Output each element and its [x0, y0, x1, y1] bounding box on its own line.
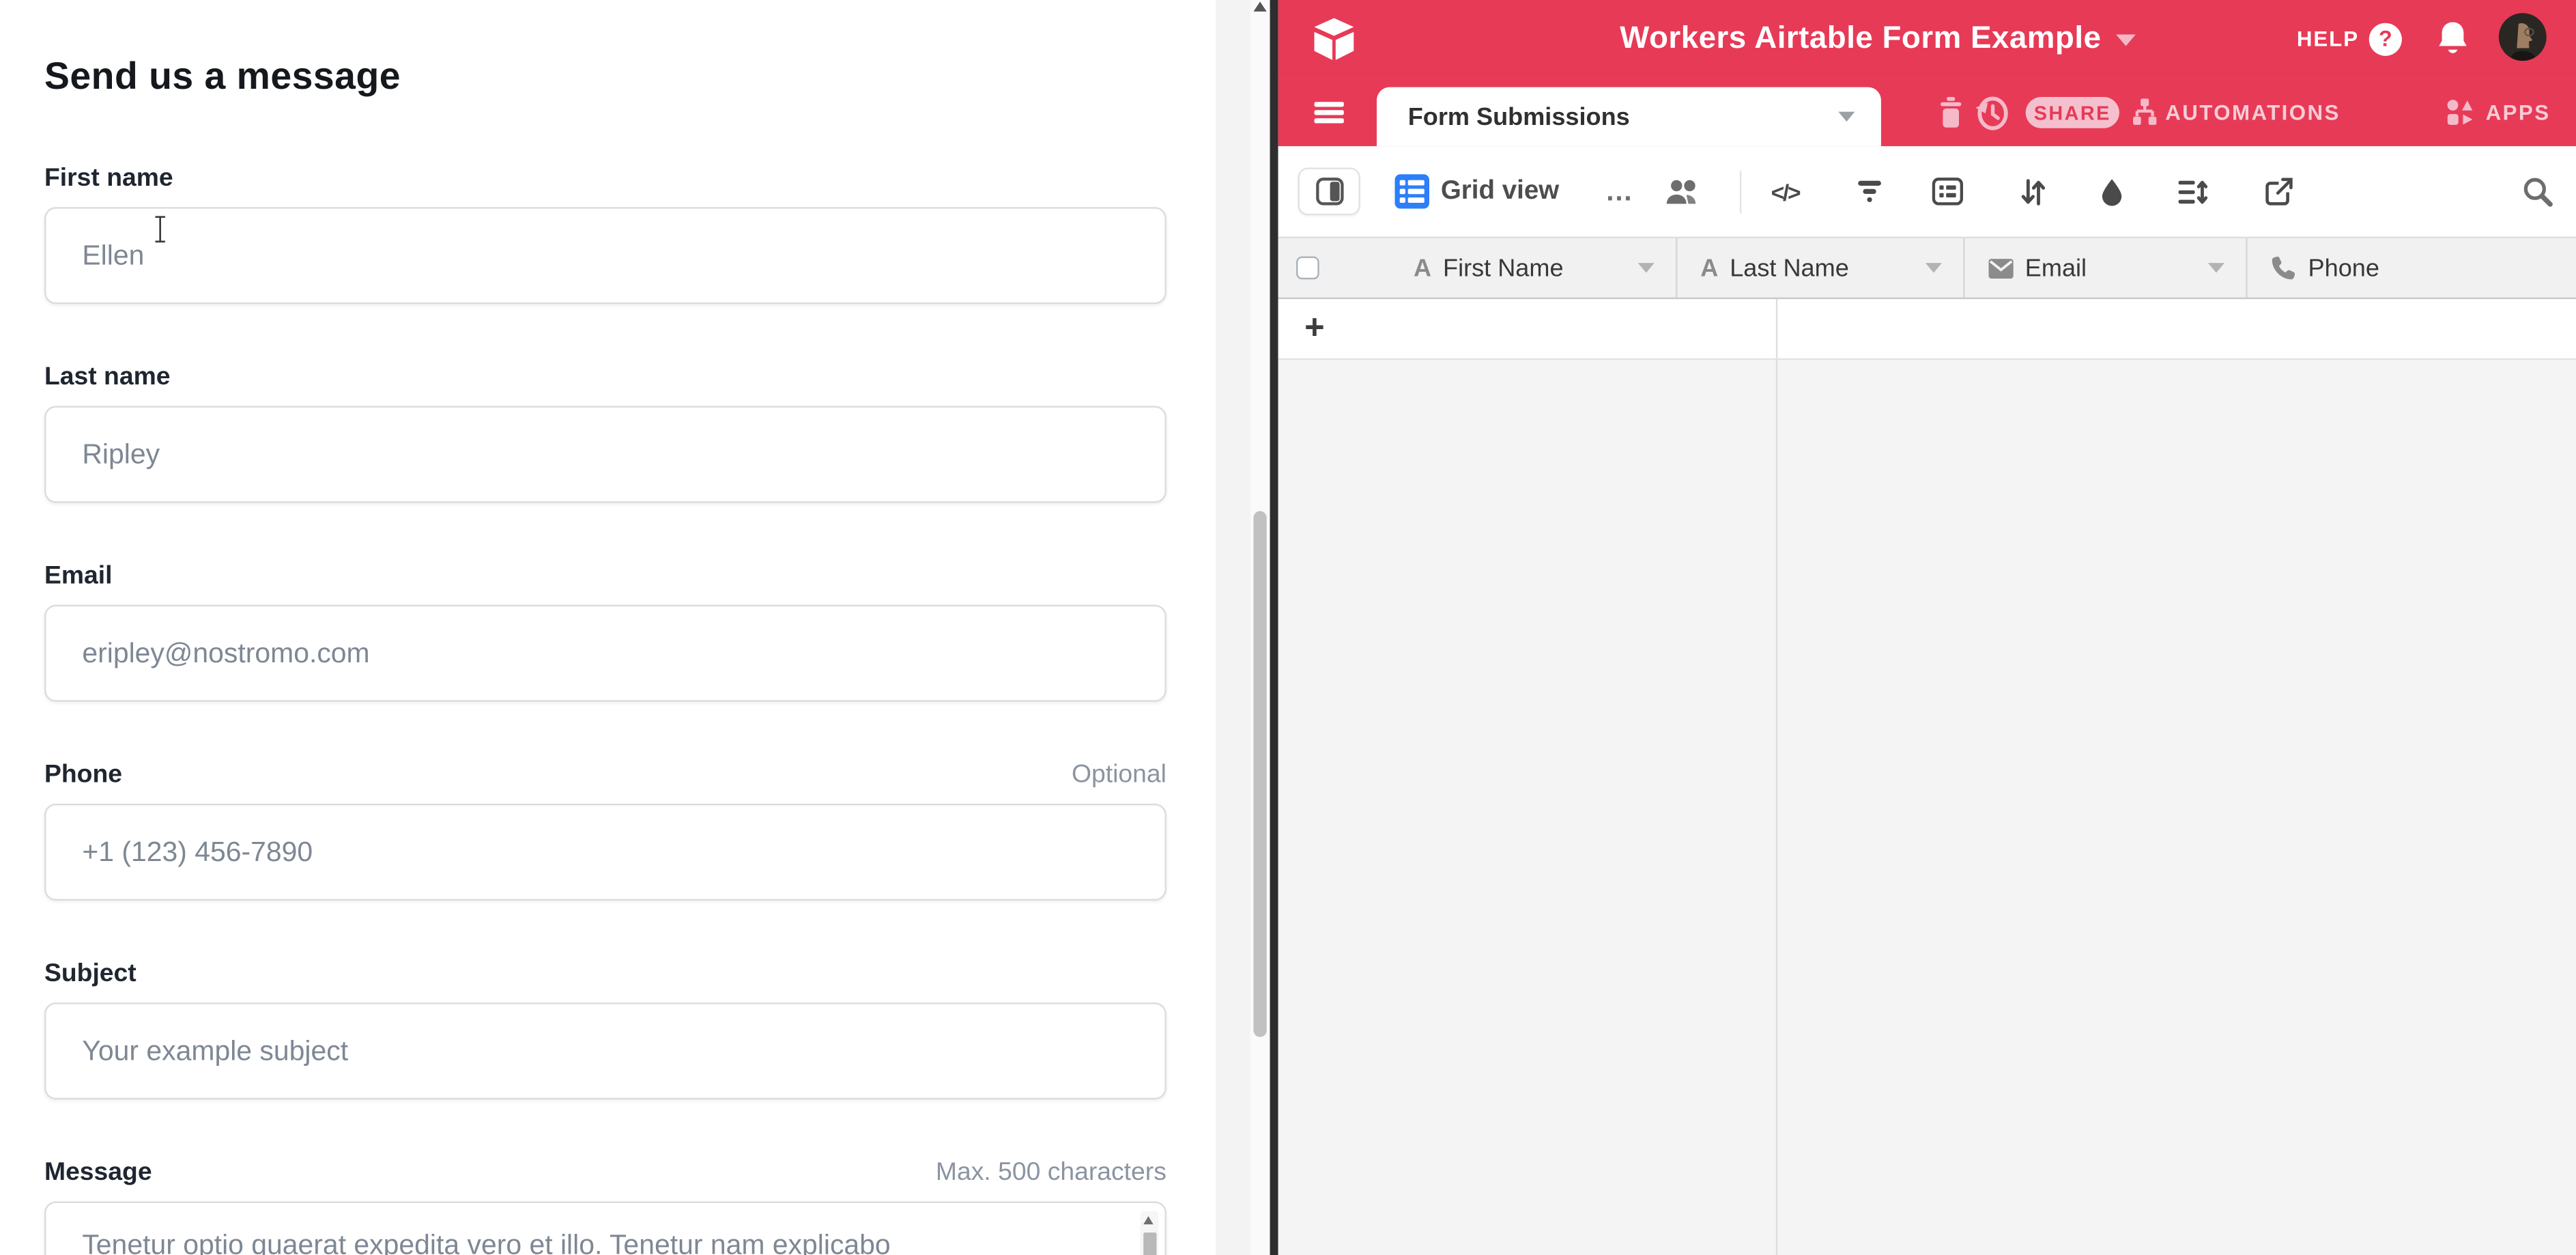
view-sidebar-toggle-button[interactable] — [1298, 168, 1360, 216]
share-view-icon[interactable] — [2265, 146, 2293, 236]
field-label-row: Phone Optional — [44, 761, 1167, 790]
column-header-first-name[interactable]: A First Name — [1321, 238, 1677, 298]
user-avatar[interactable] — [2499, 12, 2547, 60]
tab-form-submissions[interactable]: Form Submissions — [1377, 87, 1881, 147]
airtable-view-bar: Grid view … </> — [1278, 146, 2576, 238]
base-title[interactable]: Workers Airtable Form Example — [1620, 21, 2101, 57]
view-more-icon[interactable]: … — [1605, 146, 1635, 236]
column-name: Last Name — [1730, 254, 1849, 282]
window-divider — [1270, 0, 1278, 1255]
column-divider-line — [1776, 299, 1777, 358]
contact-form-pane: Send us a message First name Last name — [0, 0, 1216, 1255]
column-name: First Name — [1443, 254, 1564, 282]
airtable-table-bar: Form Submissions SHARE — [1278, 79, 2576, 147]
hide-fields-icon[interactable]: </> — [1771, 146, 1800, 236]
textarea-scrollbar[interactable] — [1140, 1211, 1158, 1255]
phone-label: Phone — [44, 761, 122, 790]
color-icon[interactable] — [2100, 146, 2124, 236]
history-icon[interactable] — [1975, 79, 2009, 147]
automations-button[interactable]: AUTOMATIONS — [2165, 79, 2341, 147]
grid-header-row: A First Name A Last Name Email — [1278, 238, 2576, 299]
message-max-chars-hint: Max. 500 characters — [936, 1159, 1167, 1188]
phone-input[interactable] — [44, 804, 1167, 901]
email-label: Email — [44, 562, 113, 591]
add-row[interactable]: + — [1278, 299, 2576, 360]
scroll-up-arrow-icon[interactable] — [1143, 1216, 1153, 1224]
add-row-plus-icon[interactable]: + — [1304, 309, 1325, 348]
grid-empty-area — [1278, 360, 2576, 1255]
page-gutter — [1216, 0, 1250, 1255]
column-dropdown-icon[interactable] — [2208, 263, 2224, 272]
filter-icon[interactable] — [1857, 146, 1883, 236]
field-label-row: Subject — [44, 960, 1167, 989]
airtable-pane: Workers Airtable Form Example HELP ? — [1278, 0, 2576, 1255]
browser-scrollbar-thumb[interactable] — [1253, 511, 1266, 1037]
message-placeholder: Tenetur optio quaerat expedita vero et i… — [82, 1228, 1125, 1255]
apps-icon[interactable] — [2446, 79, 2474, 147]
column-name: Email — [2025, 254, 2087, 282]
group-icon[interactable] — [1932, 146, 1964, 236]
screen: Send us a message First name Last name — [0, 0, 2576, 1255]
last-name-input[interactable] — [44, 406, 1167, 503]
automations-icon[interactable] — [2131, 79, 2159, 147]
airtable-topbar: Workers Airtable Form Example HELP ? — [1278, 0, 2576, 79]
tab-caret-icon[interactable] — [1838, 112, 1855, 122]
row-height-icon[interactable] — [2179, 146, 2208, 236]
base-title-caret-icon[interactable] — [2116, 33, 2136, 45]
help-question-icon[interactable]: ? — [2369, 22, 2402, 55]
first-name-input[interactable] — [44, 207, 1167, 304]
column-divider-line — [1776, 360, 1777, 1255]
phone-optional-hint: Optional — [1072, 761, 1167, 790]
phone-field-type-icon — [2270, 255, 2297, 281]
notifications-bell-icon[interactable] — [2435, 20, 2471, 59]
select-all-checkbox[interactable] — [1296, 257, 1318, 279]
trash-icon[interactable] — [1938, 79, 1963, 147]
message-textarea[interactable]: Tenetur optio quaerat expedita vero et i… — [44, 1201, 1167, 1255]
airtable-logo-icon[interactable] — [1311, 15, 1357, 64]
column-header-last-name[interactable]: A Last Name — [1678, 238, 1964, 298]
email-field-type-icon — [1987, 257, 2014, 279]
field-label-row: Last name — [44, 363, 1167, 393]
search-icon[interactable] — [2522, 146, 2553, 236]
column-name: Phone — [2308, 254, 2379, 282]
help-button[interactable]: HELP — [2297, 27, 2359, 51]
field-label-row: Email — [44, 562, 1167, 591]
text-field-type-icon: A — [1414, 254, 1431, 282]
column-header-email[interactable]: Email — [1964, 238, 2248, 298]
table-tab-label: Form Submissions — [1408, 102, 1630, 130]
scrollbar-up-arrow-icon[interactable] — [1253, 1, 1266, 11]
last-name-label: Last name — [44, 363, 171, 393]
message-label: Message — [44, 1159, 152, 1188]
textarea-scrollbar-thumb[interactable] — [1143, 1232, 1156, 1255]
share-button[interactable]: SHARE — [2026, 97, 2119, 128]
grid-view-icon[interactable] — [1394, 146, 1429, 236]
subject-input[interactable] — [44, 1002, 1167, 1099]
email-input[interactable] — [44, 605, 1167, 702]
subject-label: Subject — [44, 960, 137, 989]
select-all-cell — [1278, 238, 1322, 298]
toolbar-divider — [1740, 171, 1741, 214]
menu-hamburger-icon[interactable] — [1315, 102, 1344, 123]
avatar-photo — [2499, 12, 2547, 60]
view-name-label[interactable]: Grid view — [1441, 146, 1559, 236]
column-dropdown-icon[interactable] — [1638, 263, 1655, 272]
column-header-phone[interactable]: Phone — [2247, 238, 2575, 298]
column-dropdown-icon[interactable] — [1925, 263, 1941, 272]
first-name-label: First name — [44, 165, 173, 194]
apps-button[interactable]: APPS — [2486, 79, 2551, 147]
sort-icon[interactable] — [2020, 146, 2045, 236]
page-title: Send us a message — [44, 0, 1167, 98]
field-label-row: Message Max. 500 characters — [44, 1159, 1167, 1188]
field-label-row: First name — [44, 165, 1167, 194]
browser-scrollbar[interactable] — [1250, 0, 1270, 1255]
collaborators-icon[interactable] — [1664, 146, 1702, 236]
text-field-type-icon: A — [1700, 254, 1718, 282]
